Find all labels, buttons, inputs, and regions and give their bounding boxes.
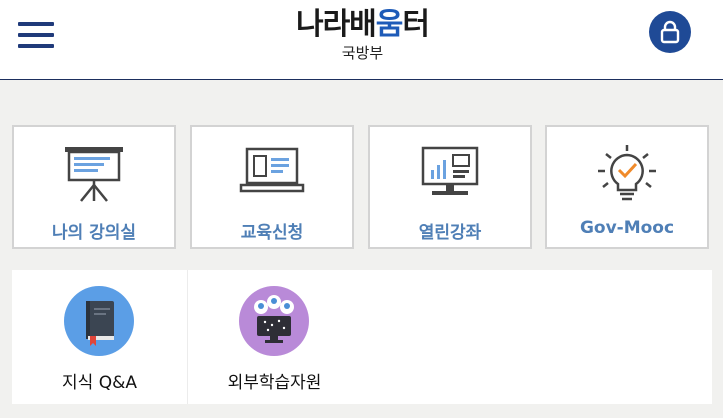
presentation-board-icon [65,147,123,202]
quick-links-panel: 지식 Q&A 외부학습자원 [12,270,712,404]
logo[interactable]: 나라배움터 국방부 [280,6,445,68]
tile-open-lectures[interactable]: 열린강좌 [368,125,532,249]
tile-label: 교육신청 [240,223,304,243]
monitor-chart-icon [421,146,479,195]
panel-label: 지식 Q&A [62,373,137,393]
logo-subtitle: 국방부 [341,44,384,62]
link-knowledge-qa[interactable]: 지식 Q&A [12,270,187,404]
login-button[interactable] [649,11,691,53]
lightbulb-check-icon [598,145,656,201]
header: 나라배움터 국방부 [0,0,723,80]
logo-title: 나라배움터 [295,7,430,42]
people-network-icon [239,286,309,356]
tile-label: 열린강좌 [418,223,482,243]
tile-label: Gov-Mooc [579,218,675,238]
lock-icon [660,20,680,44]
link-external-resources[interactable]: 외부학습자원 [187,270,362,404]
hamburger-menu-icon[interactable] [18,22,54,48]
tile-course-application[interactable]: 교육신청 [190,125,354,249]
panel-label: 외부학습자원 [227,373,322,393]
book-icon [64,286,134,356]
tile-my-classroom[interactable]: 나의 강의실 [12,125,176,249]
laptop-icon [239,147,305,193]
tile-label: 나의 강의실 [51,223,137,243]
tile-gov-mooc[interactable]: Gov-Mooc [545,125,709,249]
